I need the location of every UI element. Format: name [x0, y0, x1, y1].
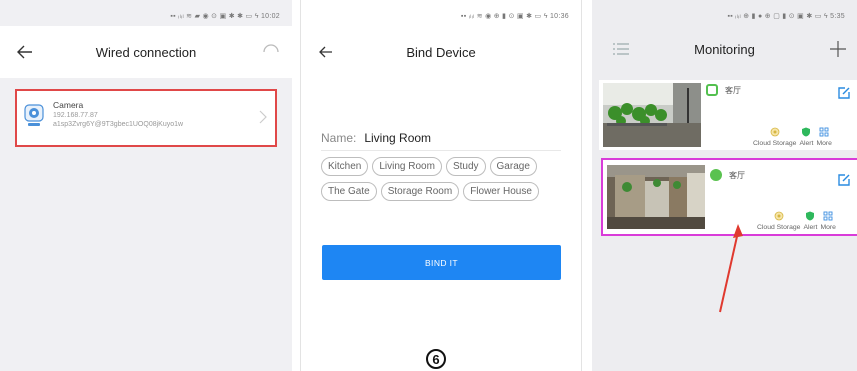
name-label: Name: — [321, 130, 357, 145]
camera-thumbnail[interactable] — [603, 83, 701, 147]
more-label: More — [816, 140, 832, 147]
camera-card-highlighted[interactable]: 客厅 Cloud Storage Alert More — [601, 158, 857, 236]
bind-it-button[interactable]: BIND IT — [322, 245, 561, 280]
chip-kitchen[interactable]: Kitchen — [321, 157, 369, 176]
header: Wired connection — [0, 26, 292, 78]
device-name-field[interactable]: Name: Living Room — [321, 125, 561, 151]
status-indicator-icon — [706, 84, 718, 96]
chip-living-room[interactable]: Living Room — [372, 157, 442, 176]
camera-card[interactable]: 客厅 Cloud Storage Alert More — [599, 80, 857, 150]
status-bar: ▪▪ ᵢₗᵢₗ ≋ ◉ ⊕ ▮ ⊙ ▣ ✱ ▭ ϟ 10:36 — [461, 12, 569, 20]
camera-features: Cloud Storage Alert More — [753, 127, 832, 147]
device-ip: 192.168.77.87 — [53, 112, 98, 119]
header: Monitoring — [592, 22, 857, 76]
chip-flower-house[interactable]: Flower House — [463, 182, 539, 201]
page-title: Monitoring — [694, 41, 755, 57]
device-name: Camera — [53, 100, 84, 110]
more-feature[interactable]: More — [820, 211, 836, 231]
device-uid: a1sp3Zvrg6Y@9T3gbec1UOQ08jKuyo1w — [53, 121, 184, 128]
more-feature[interactable]: More — [816, 127, 832, 147]
online-status-icon — [710, 169, 722, 181]
loading-spinner-icon — [263, 44, 279, 53]
page-title: Wired connection — [95, 44, 197, 60]
status-icons: ▪▪ ᵢₗᵢₗ ≋ ▰ ◉ ⊙ ▣ ✱ ✱ ▭ ϟ — [170, 13, 259, 20]
status-time: 10:02 — [260, 13, 280, 20]
cloud-storage-label: Cloud Storage — [757, 224, 801, 231]
cloud-storage-icon — [770, 127, 780, 137]
alert-label: Alert — [803, 224, 818, 231]
name-value[interactable]: Living Room — [364, 131, 431, 145]
add-icon[interactable] — [829, 40, 847, 58]
shield-icon — [802, 127, 811, 137]
edit-icon[interactable] — [837, 86, 851, 100]
alert-feature[interactable]: Alert — [799, 127, 813, 147]
device-list-item[interactable]: Camera 192.168.77.87 a1sp3Zvrg6Y@9T3gbec… — [15, 89, 277, 147]
cloud-storage-icon — [774, 211, 784, 221]
alert-feature[interactable]: Alert — [803, 211, 817, 231]
camera-name: 客厅 — [725, 86, 741, 95]
camera-icon — [24, 104, 44, 126]
grid-icon — [819, 127, 829, 137]
edit-icon[interactable] — [837, 173, 851, 187]
status-time: 5:35 — [830, 13, 845, 20]
camera-thumbnail[interactable] — [607, 165, 705, 229]
cloud-storage-feature[interactable]: Cloud Storage — [757, 211, 800, 231]
grid-icon — [823, 211, 833, 221]
status-icons: ▪▪ ᵢₗᵢₗ ⊕ ▮ ● ⊕ ▢ ▮ ⊙ ▣ ✱ ▭ ϟ — [727, 13, 828, 20]
chevron-right-icon — [259, 110, 267, 124]
room-suggestion-chips: Kitchen Living Room Study Garage The Gat… — [321, 157, 561, 201]
status-bar: ▪▪ ᵢₗᵢₗ ⊕ ▮ ● ⊕ ▢ ▮ ⊙ ▣ ✱ ▭ ϟ 5:35 — [727, 12, 845, 20]
cloud-storage-label: Cloud Storage — [753, 140, 797, 147]
screen-wired-connection: ▪▪ ᵢₗᵢₗ ≋ ▰ ◉ ⊙ ▣ ✱ ✱ ▭ ϟ 10:02 Wired co… — [0, 0, 292, 371]
header: Bind Device — [301, 26, 581, 78]
page-title: Bind Device — [406, 44, 476, 60]
alert-label: Alert — [799, 140, 814, 147]
chip-the-gate[interactable]: The Gate — [321, 182, 377, 201]
chip-study[interactable]: Study — [445, 157, 486, 176]
camera-features: Cloud Storage Alert More — [757, 211, 836, 231]
cloud-storage-feature[interactable]: Cloud Storage — [753, 127, 796, 147]
more-label: More — [820, 224, 836, 231]
step-number-badge: 6 — [426, 349, 446, 369]
status-time: 10:36 — [549, 13, 569, 20]
shield-icon — [806, 211, 815, 221]
status-icons: ▪▪ ᵢₗᵢₗ ≋ ◉ ⊕ ▮ ⊙ ▣ ✱ ▭ ϟ — [460, 13, 548, 20]
chip-garage[interactable]: Garage — [489, 157, 537, 176]
camera-name: 客厅 — [729, 171, 745, 180]
chip-storage-room[interactable]: Storage Room — [380, 182, 460, 201]
status-bar: ▪▪ ᵢₗᵢₗ ≋ ▰ ◉ ⊙ ▣ ✱ ✱ ▭ ϟ 10:02 — [170, 12, 280, 20]
screen-bind-device: ▪▪ ᵢₗᵢₗ ≋ ◉ ⊕ ▮ ⊙ ▣ ✱ ▭ ϟ 10:36 Bind Dev… — [300, 0, 582, 371]
screen-monitoring: ▪▪ ᵢₗᵢₗ ⊕ ▮ ● ⊕ ▢ ▮ ⊙ ▣ ✱ ▭ ϟ 5:35 Monit… — [592, 0, 857, 371]
